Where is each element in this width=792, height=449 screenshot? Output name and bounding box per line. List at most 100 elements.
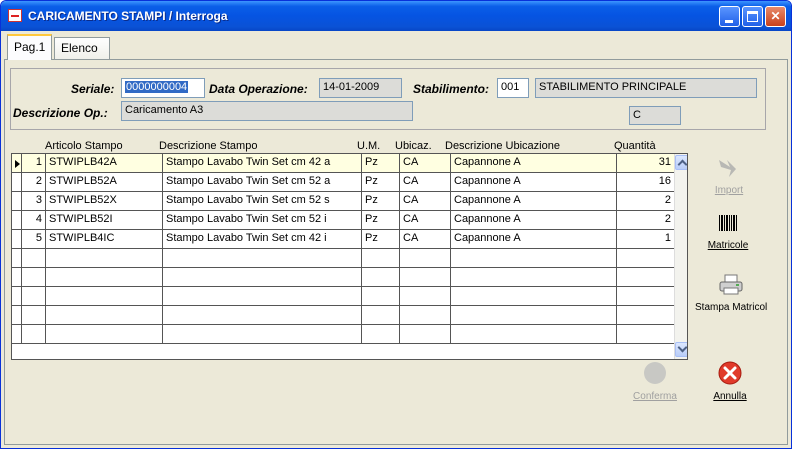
tab-pag1[interactable]: Pag.1 bbox=[7, 34, 52, 60]
table-row[interactable]: 1 STWIPLB42A Stampo Lavabo Twin Set cm 4… bbox=[12, 154, 674, 173]
cell-um[interactable]: Pz bbox=[362, 154, 400, 173]
cell-um[interactable] bbox=[362, 268, 400, 287]
cell-ubicaz[interactable]: CA bbox=[400, 192, 451, 211]
cell-articolo[interactable] bbox=[46, 306, 163, 325]
cell-descrizione[interactable]: Stampo Lavabo Twin Set cm 42 i bbox=[163, 230, 362, 249]
cell-articolo[interactable]: STWIPLB52X bbox=[46, 192, 163, 211]
cell-articolo[interactable]: STWIPLB42A bbox=[46, 154, 163, 173]
col-descrizione-stampo[interactable]: Descrizione Stampo bbox=[159, 140, 257, 152]
table-row[interactable]: 5 STWIPLB4IC Stampo Lavabo Twin Set cm 4… bbox=[12, 230, 674, 249]
maximize-button[interactable] bbox=[742, 6, 763, 27]
data-operazione-field[interactable]: 14-01-2009 bbox=[319, 78, 402, 98]
cell-desc-ubicazione[interactable] bbox=[451, 249, 617, 268]
annulla-button[interactable]: Annulla bbox=[705, 361, 755, 402]
cell-um[interactable] bbox=[362, 325, 400, 344]
cell-ubicaz[interactable]: CA bbox=[400, 154, 451, 173]
cell-descrizione[interactable] bbox=[163, 268, 362, 287]
extra-field: C bbox=[629, 106, 681, 125]
cell-quantita[interactable]: 31 bbox=[617, 154, 674, 173]
cell-quantita[interactable]: 2 bbox=[617, 211, 674, 230]
cell-quantita[interactable]: 2 bbox=[617, 192, 674, 211]
minimize-button[interactable] bbox=[719, 6, 740, 27]
col-ubicaz[interactable]: Ubicaz. bbox=[395, 140, 432, 152]
cell-descrizione[interactable]: Stampo Lavabo Twin Set cm 42 a bbox=[163, 154, 362, 173]
cell-desc-ubicazione[interactable] bbox=[451, 325, 617, 344]
cell-desc-ubicazione[interactable]: Capannone A bbox=[451, 192, 617, 211]
empty-row[interactable] bbox=[12, 287, 674, 306]
cell-quantita[interactable] bbox=[617, 287, 674, 306]
cell-um[interactable]: Pz bbox=[362, 211, 400, 230]
cell-descrizione[interactable]: Stampo Lavabo Twin Set cm 52 a bbox=[163, 173, 362, 192]
cell-quantita[interactable] bbox=[617, 325, 674, 344]
table-row[interactable]: 3 STWIPLB52X Stampo Lavabo Twin Set cm 5… bbox=[12, 192, 674, 211]
cell-desc-ubicazione[interactable]: Capannone A bbox=[451, 230, 617, 249]
cell-articolo[interactable] bbox=[46, 287, 163, 306]
cell-ubicaz[interactable]: CA bbox=[400, 230, 451, 249]
cell-articolo[interactable]: STWIPLB52I bbox=[46, 211, 163, 230]
cell-descrizione[interactable] bbox=[163, 287, 362, 306]
row-indicator bbox=[12, 173, 22, 192]
chevron-down-icon bbox=[677, 342, 687, 353]
cell-ubicaz[interactable] bbox=[400, 249, 451, 268]
cell-quantita[interactable] bbox=[617, 268, 674, 287]
cell-quantita[interactable]: 1 bbox=[617, 230, 674, 249]
cell-quantita[interactable] bbox=[617, 249, 674, 268]
col-descrizione-ubicazione[interactable]: Descrizione Ubicazione bbox=[445, 140, 560, 152]
matricole-button[interactable]: Matricole bbox=[701, 214, 755, 251]
cell-quantita[interactable]: 16 bbox=[617, 173, 674, 192]
cell-articolo[interactable]: STWIPLB4IC bbox=[46, 230, 163, 249]
cell-um[interactable] bbox=[362, 306, 400, 325]
import-button[interactable]: Import bbox=[705, 157, 753, 196]
table-row[interactable]: 2 STWIPLB52A Stampo Lavabo Twin Set cm 5… bbox=[12, 173, 674, 192]
cell-articolo[interactable]: STWIPLB52A bbox=[46, 173, 163, 192]
col-um[interactable]: U.M. bbox=[357, 140, 380, 152]
cell-descrizione[interactable] bbox=[163, 249, 362, 268]
cell-ubicaz[interactable] bbox=[400, 325, 451, 344]
cell-quantita[interactable] bbox=[617, 306, 674, 325]
cell-um[interactable] bbox=[362, 249, 400, 268]
empty-row[interactable] bbox=[12, 249, 674, 268]
seriale-field[interactable]: 0000000004 bbox=[121, 78, 205, 98]
cell-ubicaz[interactable]: CA bbox=[400, 173, 451, 192]
cell-um[interactable]: Pz bbox=[362, 192, 400, 211]
cell-articolo[interactable] bbox=[46, 249, 163, 268]
empty-row[interactable] bbox=[12, 268, 674, 287]
stampa-matricole-button[interactable]: Stampa Matricole bbox=[695, 274, 767, 313]
col-quantita[interactable]: Quantità bbox=[614, 140, 656, 152]
table-row[interactable]: 4 STWIPLB52I Stampo Lavabo Twin Set cm 5… bbox=[12, 211, 674, 230]
cell-descrizione[interactable] bbox=[163, 325, 362, 344]
cell-um[interactable]: Pz bbox=[362, 230, 400, 249]
cell-um[interactable] bbox=[362, 287, 400, 306]
close-button[interactable]: ✕ bbox=[765, 6, 786, 27]
cell-ubicaz[interactable] bbox=[400, 306, 451, 325]
cell-articolo[interactable] bbox=[46, 325, 163, 344]
cell-desc-ubicazione[interactable] bbox=[451, 306, 617, 325]
cell-descrizione[interactable]: Stampo Lavabo Twin Set cm 52 s bbox=[163, 192, 362, 211]
cell-ubicaz[interactable] bbox=[400, 268, 451, 287]
descrizione-op-field[interactable]: Caricamento A3 bbox=[121, 101, 413, 121]
title-bar[interactable]: CARICAMENTO STAMPI / Interroga ✕ bbox=[1, 1, 791, 31]
cell-desc-ubicazione[interactable]: Capannone A bbox=[451, 154, 617, 173]
cell-ubicaz[interactable]: CA bbox=[400, 211, 451, 230]
empty-row[interactable] bbox=[12, 306, 674, 325]
scroll-down-button[interactable] bbox=[675, 342, 687, 357]
cell-articolo[interactable] bbox=[46, 268, 163, 287]
cell-um[interactable]: Pz bbox=[362, 173, 400, 192]
cell-ubicaz[interactable] bbox=[400, 287, 451, 306]
cell-desc-ubicazione[interactable]: Capannone A bbox=[451, 211, 617, 230]
col-articolo-stampo[interactable]: Articolo Stampo bbox=[45, 140, 123, 152]
row-number: 3 bbox=[22, 192, 46, 211]
cell-descrizione[interactable] bbox=[163, 306, 362, 325]
conferma-button[interactable]: Conferma bbox=[627, 361, 683, 402]
row-indicator bbox=[12, 154, 22, 173]
items-grid[interactable]: 1 STWIPLB42A Stampo Lavabo Twin Set cm 4… bbox=[11, 153, 688, 360]
cell-desc-ubicazione[interactable] bbox=[451, 287, 617, 306]
stabilimento-code-field[interactable]: 001 bbox=[497, 78, 529, 98]
tab-elenco[interactable]: Elenco bbox=[54, 37, 110, 59]
grid-scrollbar[interactable] bbox=[674, 154, 687, 359]
cell-desc-ubicazione[interactable]: Capannone A bbox=[451, 173, 617, 192]
cell-descrizione[interactable]: Stampo Lavabo Twin Set cm 52 i bbox=[163, 211, 362, 230]
empty-row[interactable] bbox=[12, 325, 674, 344]
cell-desc-ubicazione[interactable] bbox=[451, 268, 617, 287]
scroll-up-button[interactable] bbox=[675, 155, 687, 170]
